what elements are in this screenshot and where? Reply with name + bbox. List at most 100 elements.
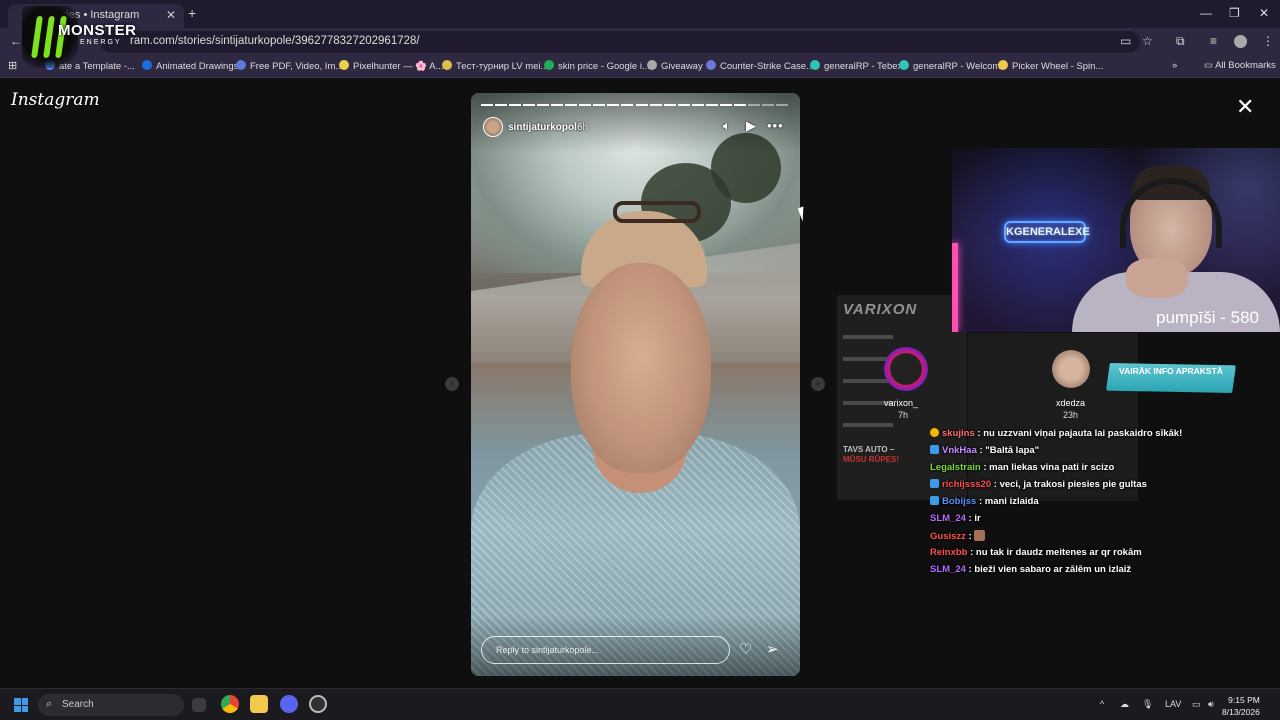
chat-text: :: [965, 531, 975, 542]
tray-overflow-icon[interactable]: ^: [1100, 699, 1104, 709]
bookmark-label: Free PDF, Video, Im...: [250, 61, 344, 72]
ad-text-line: [843, 379, 893, 383]
supporter-name: varixon_: [884, 398, 919, 408]
supporter-time: 7h: [898, 410, 909, 420]
cast-icon[interactable]: ▭: [1120, 34, 1131, 48]
bookmark-item[interactable]: generalRP - Tebex: [810, 60, 902, 72]
bookmark-favicon-icon: [236, 60, 246, 70]
bookmark-favicon-icon: [142, 60, 152, 70]
bookmark-item[interactable]: Pixelhunter — 🌸 A...: [339, 60, 444, 72]
discord-icon[interactable]: [280, 695, 298, 713]
varixon-avatar: [884, 347, 928, 391]
bookmark-item[interactable]: Giveaway: [647, 60, 703, 72]
story-progress-segment: [593, 104, 606, 106]
monster-subtitle: ENERGY: [80, 39, 122, 46]
story-progress-segment: [607, 104, 620, 106]
windows-start-icon[interactable]: [14, 698, 28, 712]
close-window-button[interactable]: ✕: [1259, 6, 1269, 20]
obs-icon[interactable]: [309, 695, 327, 713]
like-heart-icon[interactable]: ♡: [739, 640, 752, 658]
bookmark-item[interactable]: Free PDF, Video, Im...: [236, 60, 343, 72]
bookmarks-overflow-icon[interactable]: »: [1172, 60, 1177, 71]
file-explorer-icon[interactable]: [250, 695, 268, 713]
story-viewer[interactable]: sintijaturkopole 6h 🔈︎ ▶ ••• Reply to si…: [471, 93, 800, 676]
chat-message: Legalstrain : man liekas vina pati ir sc…: [930, 462, 1114, 473]
chat-username: skujins: [942, 428, 975, 439]
story-progress-segment: [481, 104, 494, 106]
next-story-button[interactable]: ›: [811, 377, 825, 391]
task-view-icon[interactable]: [192, 698, 206, 712]
chat-text: : bieži vien sabaro ar zālēm un izlaiž: [965, 564, 1132, 575]
story-progress-segment: [719, 104, 732, 106]
back-arrow-icon[interactable]: ←: [10, 34, 22, 48]
chat-message: Reinxbb : nu tak ir daudz meitenes ar qr…: [930, 547, 1142, 558]
story-username[interactable]: sintijaturkopole: [508, 122, 582, 133]
bookmark-item[interactable]: Counter-Strike Case...: [706, 60, 814, 72]
bookmark-item[interactable]: Picker Wheel - Spin...: [998, 60, 1103, 72]
reply-input[interactable]: Reply to sintijaturkopole...: [481, 636, 730, 664]
url-field[interactable]: ram.com/stories/sintijaturkopole/3962778…: [100, 31, 1140, 53]
network-icon[interactable]: ☁: [1120, 699, 1129, 710]
microphone-icon[interactable]: 🎙︎: [1142, 699, 1153, 710]
ad-text-line: [843, 335, 893, 339]
chat-badge-icon: [930, 479, 939, 488]
chat-message: SLM_24 : ir: [930, 513, 981, 524]
menu-dots-icon[interactable]: ⋮: [1262, 34, 1274, 48]
chat-badge-icon: [930, 428, 939, 437]
bookmark-favicon-icon: [442, 60, 452, 70]
story-progress-segment: [677, 104, 690, 106]
chat-username: SLM_24: [930, 513, 966, 524]
new-tab-button[interactable]: +: [188, 5, 196, 21]
chat-badge-icon: [930, 445, 939, 454]
chat-username: Gusiszz: [930, 531, 966, 542]
display-icon[interactable]: ▭: [1192, 699, 1201, 710]
bookmark-favicon-icon: [706, 60, 716, 70]
supporter-time: 23h: [1063, 410, 1079, 420]
profile-avatar-icon[interactable]: [1234, 35, 1247, 48]
tab-close-icon[interactable]: ✕: [166, 8, 176, 22]
bookmark-item[interactable]: generalRP - Welcome: [899, 60, 1006, 72]
bookmark-item[interactable]: Animated Drawings: [142, 60, 238, 72]
volume-icon[interactable]: 🔊︎: [1208, 699, 1214, 710]
story-progress-segment: [705, 104, 718, 106]
chat-text: : ir: [965, 513, 981, 524]
all-bookmarks-label: All Bookmarks: [1215, 60, 1276, 71]
chat-message: skujins : nu uzzvani viņai pajauta lai p…: [930, 428, 1182, 439]
media-icon[interactable]: ≡: [1210, 34, 1217, 48]
points-counter: pumpīši - 580: [1156, 308, 1259, 327]
language-indicator[interactable]: LAV: [1165, 699, 1181, 709]
extensions-icon[interactable]: ⧉: [1176, 34, 1185, 49]
taskbar-search[interactable]: ⌕ Search: [38, 694, 184, 716]
story-user-avatar[interactable]: [483, 117, 503, 137]
monster-wordmark: MONSTER: [58, 22, 137, 39]
maximize-button[interactable]: ❐: [1229, 6, 1240, 20]
chrome-icon[interactable]: [221, 695, 239, 713]
bookmarks-bar: ⊞ ate a Template -... Animated Drawings …: [0, 56, 1280, 78]
search-icon: ⌕: [46, 698, 53, 710]
story-progress-segment: [523, 104, 536, 106]
bookmark-label: Тест-турнир LV mei...: [456, 61, 549, 72]
bookmark-item[interactable]: skin price - Google i...: [544, 60, 650, 72]
bookmark-star-icon[interactable]: ☆: [1142, 34, 1153, 48]
story-timestamp: 6h: [577, 122, 589, 133]
previous-story-button[interactable]: ‹: [445, 377, 459, 391]
streamer-hand: [1126, 258, 1188, 298]
share-send-icon[interactable]: ➢: [766, 640, 779, 658]
story-progress-bar: [481, 104, 788, 106]
instagram-logo[interactable]: Instagram: [11, 90, 100, 110]
all-bookmarks-button[interactable]: ▭ All Bookmarks: [1204, 60, 1276, 71]
play-icon[interactable]: ▶: [746, 118, 756, 134]
minimize-button[interactable]: —: [1200, 6, 1212, 20]
story-sunglasses: [613, 201, 701, 223]
chat-message: Bobijss : mani izlaida: [930, 496, 1039, 507]
mute-icon[interactable]: 🔈︎: [723, 118, 731, 134]
windows-taskbar: ⌕ Search ^ ☁ 🎙︎ LAV ▭ 🔊︎ 9:15 PM 8/13/20…: [0, 688, 1280, 720]
bookmark-favicon-icon: [544, 60, 554, 70]
close-story-icon[interactable]: ✕: [1236, 94, 1254, 120]
story-face: [571, 263, 711, 473]
taskbar-clock[interactable]: 9:15 PM 8/13/2026: [1222, 694, 1260, 718]
bookmark-item[interactable]: Тест-турнир LV mei...: [442, 60, 548, 72]
chat-text: : man liekas vina pati ir scizo: [980, 462, 1115, 473]
apps-grid-icon[interactable]: ⊞: [8, 59, 17, 72]
more-options-icon[interactable]: •••: [767, 118, 784, 133]
